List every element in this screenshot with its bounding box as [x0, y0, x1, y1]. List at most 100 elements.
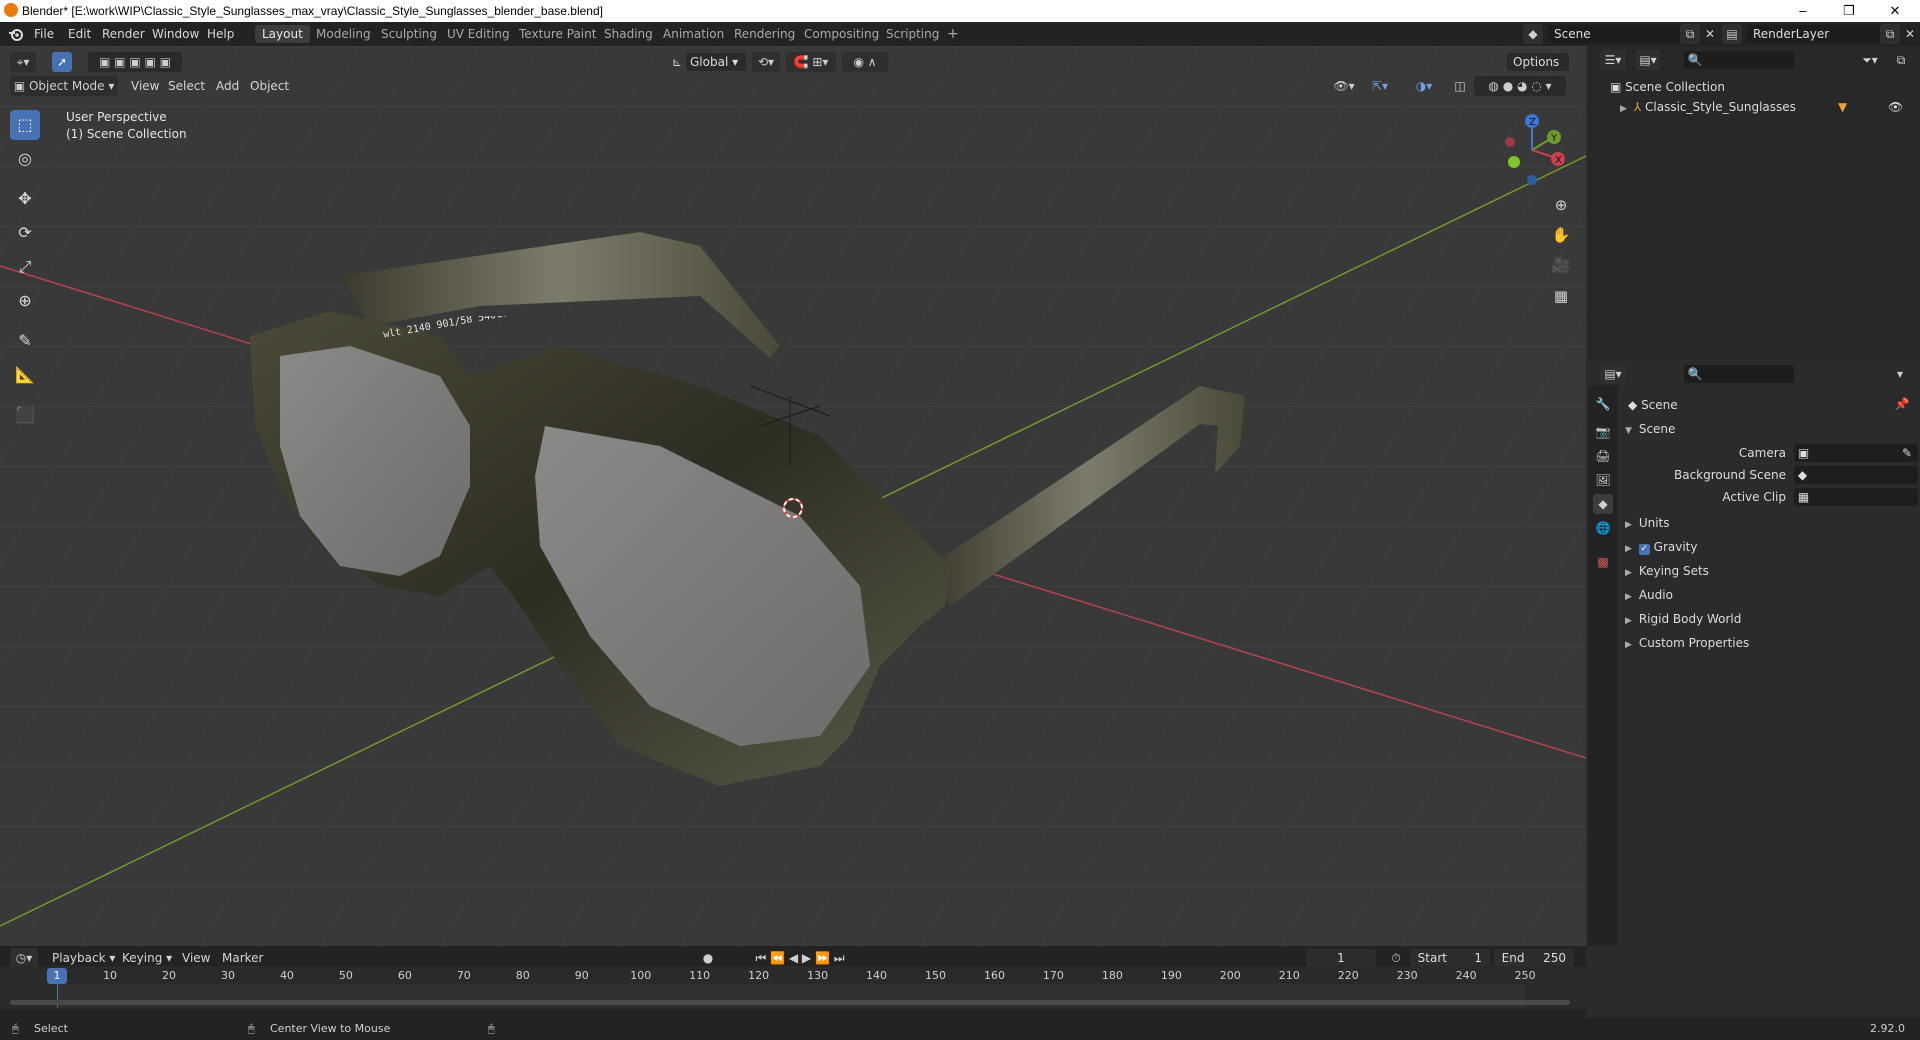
pan-hand-icon[interactable]: ✋: [1551, 225, 1571, 245]
tab-shading[interactable]: Shading: [597, 25, 660, 43]
measure-tool-icon[interactable]: 📐: [10, 360, 40, 390]
tab-modeling[interactable]: Modeling: [309, 25, 378, 43]
viewport-menu-select[interactable]: Select: [168, 79, 205, 93]
delete-scene-icon[interactable]: ✕: [1700, 24, 1720, 44]
add-workspace-button[interactable]: +: [940, 25, 966, 43]
new-collection-icon[interactable]: ⧉: [1891, 50, 1911, 70]
timeline-ruler[interactable]: 1 10 20 30 40 50 60 70 80 90 100 110 120 130 140 150 160…: [0, 966, 1586, 1010]
timeline-scrollbar[interactable]: [10, 1000, 1570, 1005]
units-panel-header[interactable]: ▶ Units: [1625, 516, 1670, 530]
3d-viewport[interactable]: wlt 2140 901/58 54018 3P: [0, 46, 1586, 946]
visibility-icon[interactable]: 👁▾: [1330, 76, 1358, 96]
timeline-menu-marker[interactable]: Marker: [222, 951, 263, 965]
menu-file[interactable]: File: [34, 27, 54, 41]
outliner-item[interactable]: ▶ ⅄ Classic_Style_Sunglasses ▼ 👁: [1620, 100, 1910, 114]
minimize-button[interactable]: –: [1780, 0, 1826, 22]
tab-layout[interactable]: Layout: [255, 25, 310, 43]
timeline-menu-keying[interactable]: Keying ▾: [122, 951, 172, 965]
rigid-body-world-panel-header[interactable]: ▶ Rigid Body World: [1625, 612, 1741, 626]
keying-sets-panel-header[interactable]: ▶ Keying Sets: [1625, 564, 1709, 578]
start-frame-field[interactable]: Start 1: [1410, 949, 1490, 967]
tab-compositing[interactable]: Compositing: [797, 25, 886, 43]
gravity-checkbox[interactable]: ✓: [1638, 544, 1650, 555]
axis-gizmo-icon[interactable]: Z Y X: [1490, 110, 1570, 190]
preview-range-icon[interactable]: ⏱: [1386, 948, 1406, 968]
playback-controls-icons[interactable]: ⏮ ⏪ ◀ ▶ ⏩ ⏭: [740, 948, 860, 968]
audio-panel-header[interactable]: ▶ Audio: [1625, 588, 1673, 602]
overlay-toggle-icon[interactable]: ◑▾: [1408, 76, 1440, 96]
record-icon[interactable]: ●: [698, 948, 718, 968]
menu-render[interactable]: Render: [102, 27, 145, 41]
scene-panel-header[interactable]: ▼ Scene: [1625, 422, 1675, 436]
selection-mode-icons[interactable]: ▣ ▣ ▣ ▣ ▣: [88, 52, 182, 72]
outliner-scene-collection[interactable]: ▣ Scene Collection: [1610, 80, 1725, 94]
shading-mode-icons[interactable]: ◍ ● ◕ ◌ ▾: [1474, 76, 1566, 96]
outliner-search-input[interactable]: 🔍: [1684, 51, 1794, 69]
outliner-editor-type-icon[interactable]: ☰▾: [1600, 50, 1626, 70]
zoom-icon[interactable]: ⊕: [1551, 195, 1571, 215]
camera-field[interactable]: ▣ ✎: [1794, 444, 1918, 462]
navigation-gizmo[interactable]: Z Y X: [1490, 110, 1570, 190]
properties-search-input[interactable]: 🔍: [1684, 365, 1794, 383]
world-tab-icon[interactable]: 🌐: [1593, 518, 1613, 538]
menu-help[interactable]: Help: [207, 27, 234, 41]
custom-properties-panel-header[interactable]: ▶ Custom Properties: [1625, 636, 1749, 650]
snap-icon[interactable]: 🧲 ⊞▾: [786, 52, 836, 72]
tab-uv-editing[interactable]: UV Editing: [440, 25, 517, 43]
select-box-tool-icon[interactable]: ⬚: [10, 110, 40, 140]
viewport-menu-add[interactable]: Add: [216, 79, 239, 93]
properties-options-icon[interactable]: ▾: [1890, 364, 1910, 384]
transform-tool-icon[interactable]: ⊕: [10, 286, 40, 316]
view-layer-icon[interactable]: ▤: [1722, 24, 1742, 44]
close-button[interactable]: ✕: [1872, 0, 1918, 22]
rotate-tool-icon[interactable]: ⟳: [10, 218, 40, 248]
view-layer-tab-icon[interactable]: 🖼: [1593, 470, 1613, 490]
outliner-filter-icon[interactable]: ⏷▾: [1856, 50, 1884, 70]
gizmo-toggle-icon[interactable]: ⇱▾: [1364, 76, 1396, 96]
tab-sculpting[interactable]: Sculpting: [374, 25, 444, 43]
menu-window[interactable]: Window: [152, 27, 199, 41]
output-tab-icon[interactable]: 🖨: [1593, 446, 1613, 466]
active-clip-field[interactable]: ▦: [1794, 488, 1918, 506]
move-tool-icon[interactable]: ✥: [10, 184, 40, 214]
texture-tab-icon[interactable]: ▩: [1593, 552, 1613, 572]
pivot-point-icon[interactable]: ⟲▾: [752, 52, 780, 72]
current-frame-field[interactable]: 1: [1306, 949, 1376, 967]
add-cube-tool-icon[interactable]: ⬛: [10, 400, 40, 430]
menu-edit[interactable]: Edit: [68, 27, 91, 41]
scene-selector-icon[interactable]: ◆: [1523, 24, 1543, 44]
scale-tool-icon[interactable]: ⤢: [10, 252, 40, 282]
perspective-toggle-icon[interactable]: ▦: [1551, 286, 1571, 306]
proportional-edit-icon[interactable]: ◉ ∧: [842, 52, 888, 72]
delete-renderlayer-icon[interactable]: ✕: [1900, 24, 1920, 44]
select-tool-icon[interactable]: ➚: [52, 52, 72, 72]
expand-arrow-icon[interactable]: ▶: [1620, 104, 1630, 114]
maximize-button[interactable]: ❐: [1826, 0, 1872, 22]
viewport-menu-view[interactable]: View: [131, 79, 159, 93]
cursor-tool-icon[interactable]: ◎: [10, 144, 40, 174]
xray-toggle-icon[interactable]: ◫: [1450, 76, 1470, 96]
editor-type-icon[interactable]: ⌖▾: [10, 52, 36, 72]
camera-view-icon[interactable]: 🎥: [1551, 255, 1571, 275]
tab-animation[interactable]: Animation: [656, 25, 731, 43]
timeline-menu-view[interactable]: View: [182, 951, 210, 965]
tab-rendering[interactable]: Rendering: [727, 25, 802, 43]
pin-icon[interactable]: 📌: [1892, 394, 1912, 414]
render-tab-icon[interactable]: 📷: [1593, 422, 1613, 442]
mode-dropdown[interactable]: ▣ Object Mode ▾: [10, 76, 118, 96]
tool-tab-icon[interactable]: 🔧: [1593, 394, 1613, 414]
eye-icon[interactable]: 👁: [1888, 100, 1903, 114]
end-frame-field[interactable]: End 250: [1494, 949, 1574, 967]
eyedropper-icon[interactable]: ✎: [1902, 444, 1912, 462]
options-dropdown[interactable]: Options ▾: [1507, 53, 1569, 87]
renderlayer-field[interactable]: RenderLayer: [1747, 25, 1883, 43]
properties-editor-type-icon[interactable]: ▤▾: [1600, 364, 1626, 384]
outliner-display-mode-icon[interactable]: ▤▾: [1636, 50, 1660, 70]
background-scene-field[interactable]: ◆: [1794, 466, 1918, 484]
gravity-panel-header[interactable]: ▶ ✓ Gravity: [1625, 540, 1697, 555]
viewport-menu-object[interactable]: Object: [250, 79, 289, 93]
tab-scripting[interactable]: Scripting: [879, 25, 946, 43]
transform-orientation-dropdown[interactable]: Global ▾: [686, 53, 746, 71]
scene-tab-icon[interactable]: ◆: [1593, 494, 1613, 514]
timeline-editor-type-icon[interactable]: ◷▾: [10, 948, 38, 968]
